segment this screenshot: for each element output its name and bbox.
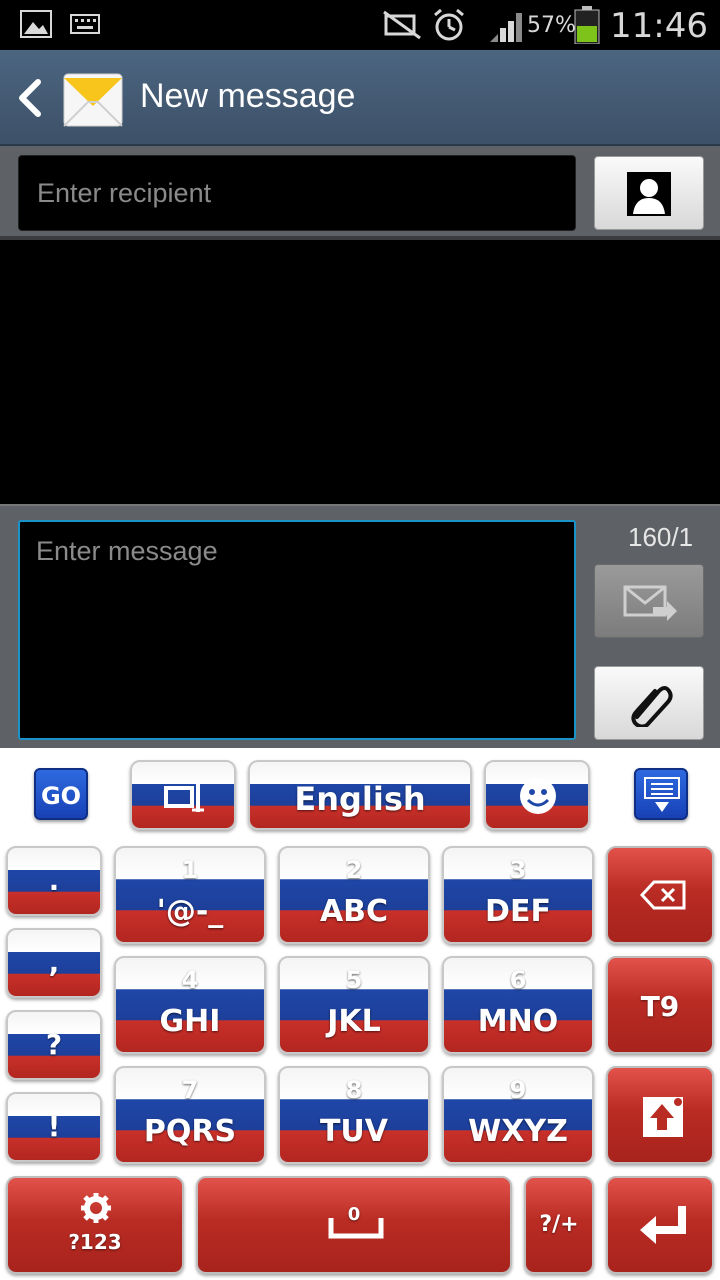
- page-title: New message: [140, 77, 356, 115]
- key-letters: TUV: [319, 1114, 389, 1149]
- text-cursor-icon: [164, 780, 204, 812]
- signal-icon: [490, 13, 522, 42]
- symbols-settings-key[interactable]: ?123: [6, 1176, 184, 1274]
- key-1[interactable]: 1 '@-_: [114, 846, 266, 944]
- key-letters: ABC: [319, 894, 389, 929]
- key-number: 7: [181, 1076, 199, 1104]
- space-key[interactable]: 0: [196, 1176, 512, 1274]
- keyboard: GO English . , ? ! 1 '@-_ 2 ABC 3 DEF 4 …: [0, 748, 720, 1280]
- backspace-key[interactable]: [606, 846, 714, 944]
- character-counter: 160/1: [628, 522, 694, 552]
- keyboard-icon: [70, 14, 100, 34]
- send-icon: [623, 585, 677, 621]
- back-arrow-icon[interactable]: [16, 78, 44, 118]
- key-8[interactable]: 8 TUV: [278, 1066, 430, 1164]
- shift-arrow-icon: [643, 1097, 683, 1137]
- key-number: 1: [181, 856, 199, 884]
- punct-label: ?: [45, 1028, 63, 1061]
- messaging-app-icon: [63, 73, 123, 127]
- battery-icon: [574, 6, 600, 44]
- compose-area: Enter message 160/1: [0, 504, 720, 748]
- enter-key[interactable]: [606, 1176, 714, 1274]
- key-letters: '@-_: [156, 894, 224, 929]
- key-9[interactable]: 9 WXYZ: [442, 1066, 594, 1164]
- key-number: 8: [345, 1076, 363, 1104]
- key-2[interactable]: 2 ABC: [278, 846, 430, 944]
- key-number: 2: [345, 856, 363, 884]
- mute-icon: [383, 10, 421, 40]
- message-input[interactable]: Enter message: [18, 520, 576, 740]
- space-bar-icon: [328, 1218, 384, 1239]
- hide-keyboard-icon: [644, 777, 680, 812]
- key-number: 5: [345, 966, 363, 994]
- battery-percent: 57%: [527, 13, 576, 38]
- key-number: 4: [181, 966, 199, 994]
- punct-key-question[interactable]: ?: [6, 1010, 102, 1080]
- language-label: English: [294, 780, 426, 818]
- key-letters: WXYZ: [468, 1114, 568, 1149]
- t9-key[interactable]: T9: [606, 956, 714, 1054]
- cursor-select-key[interactable]: [130, 760, 236, 830]
- paperclip-icon: [631, 686, 673, 727]
- key-7[interactable]: 7 PQRS: [114, 1066, 266, 1164]
- key-number: 9: [509, 1076, 527, 1104]
- sym-label: ?123: [68, 1230, 122, 1254]
- symplus-label: ?/+: [539, 1212, 579, 1237]
- recipient-row: Enter recipient: [0, 146, 720, 240]
- key-number: 6: [509, 966, 527, 994]
- hide-keyboard-key[interactable]: [634, 768, 688, 820]
- action-bar: New message: [0, 50, 720, 146]
- backspace-icon: [640, 880, 686, 910]
- send-button[interactable]: [594, 564, 704, 638]
- smiley-icon: [520, 778, 556, 814]
- key-6[interactable]: 6 MNO: [442, 956, 594, 1054]
- key-5[interactable]: 5 JKL: [278, 956, 430, 1054]
- gear-icon: [81, 1193, 111, 1223]
- key-4[interactable]: 4 GHI: [114, 956, 266, 1054]
- punct-key-exclaim[interactable]: !: [6, 1092, 102, 1162]
- key-number: 3: [509, 856, 527, 884]
- conversation-area: [0, 244, 720, 504]
- go-key[interactable]: GO: [34, 768, 88, 820]
- enter-arrow-icon: [640, 1206, 686, 1244]
- key-letters: PQRS: [143, 1114, 237, 1149]
- language-key[interactable]: English: [248, 760, 472, 830]
- go-label: GO: [40, 782, 82, 810]
- symbols-plus-key[interactable]: ?/+: [524, 1176, 594, 1274]
- contact-person-icon: [627, 172, 671, 216]
- punct-label: .: [48, 864, 60, 897]
- clock: 11:46: [610, 6, 708, 46]
- alarm-icon: [434, 8, 464, 41]
- status-bar: 57% 11:46: [0, 0, 720, 50]
- punct-label: ,: [48, 946, 60, 979]
- attach-button[interactable]: [594, 666, 704, 740]
- gallery-icon: [20, 10, 52, 38]
- contacts-button[interactable]: [594, 156, 704, 230]
- key-letters: JKL: [327, 1004, 381, 1039]
- key-3[interactable]: 3 DEF: [442, 846, 594, 944]
- key-letters: MNO: [477, 1004, 559, 1039]
- key-letters: GHI: [159, 1004, 221, 1039]
- punct-label: !: [47, 1110, 61, 1143]
- recipient-input[interactable]: Enter recipient: [18, 155, 576, 231]
- key-letters: DEF: [485, 894, 551, 929]
- shift-key[interactable]: [606, 1066, 714, 1164]
- punct-key-period[interactable]: .: [6, 846, 102, 916]
- emoji-key[interactable]: [484, 760, 590, 830]
- punct-key-comma[interactable]: ,: [6, 928, 102, 998]
- t9-label: T9: [640, 990, 680, 1023]
